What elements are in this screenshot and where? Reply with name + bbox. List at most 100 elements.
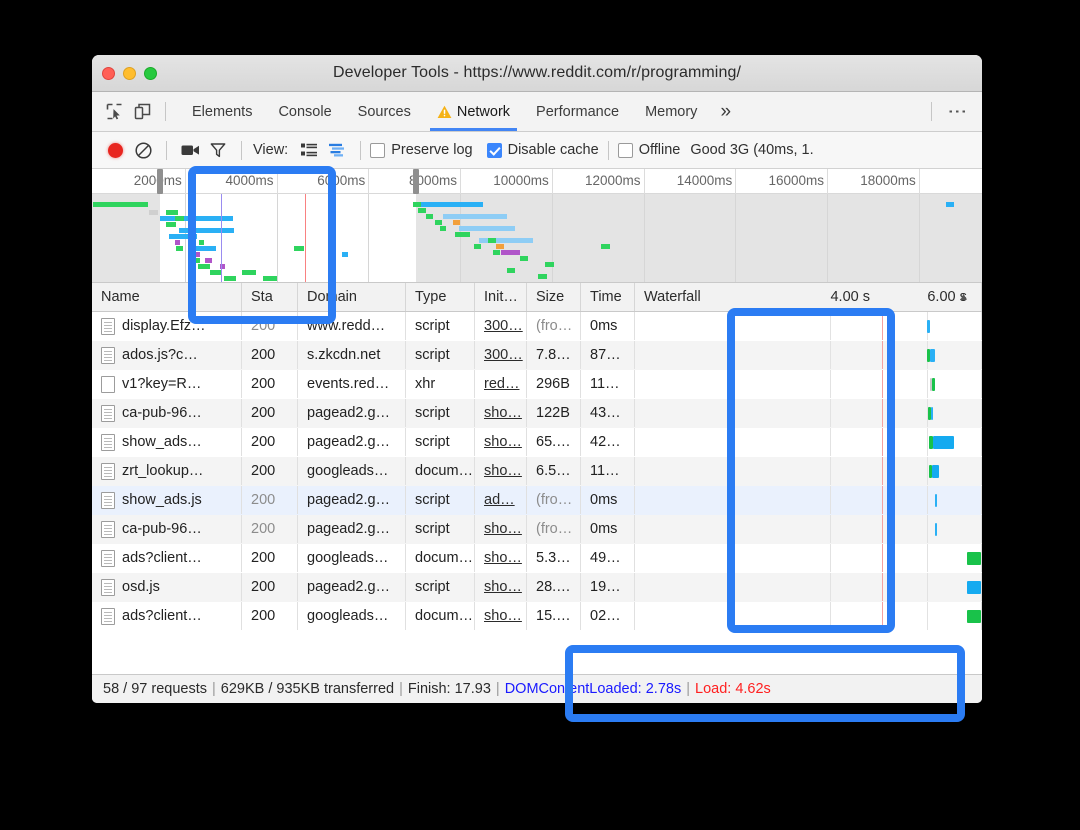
waterfall-dcl-line <box>731 457 733 485</box>
kebab-menu-icon[interactable]: ⋮ <box>941 102 972 121</box>
tab-elements[interactable]: Elements <box>179 92 265 131</box>
column-header-time[interactable]: Time <box>581 283 635 311</box>
window-titlebar: Developer Tools - https://www.reddit.com… <box>92 55 982 92</box>
overview-request-bar <box>193 252 200 257</box>
clear-button[interactable] <box>129 136 157 164</box>
cell-initiator[interactable]: sho… <box>475 515 527 543</box>
column-header-label: Waterfall <box>644 289 701 305</box>
overview-tick-4000ms: 4000ms <box>225 169 278 194</box>
disable-cache-checkbox-box[interactable] <box>486 142 502 158</box>
overview-selection-handle-right[interactable] <box>413 169 420 194</box>
record-button[interactable] <box>101 136 129 164</box>
tabbar-right-group: ⋮ <box>922 92 982 131</box>
minimize-window-button[interactable] <box>123 67 136 80</box>
sort-arrow-icon[interactable]: ▲ <box>958 291 969 303</box>
cell-initiator[interactable]: sho… <box>475 602 527 630</box>
cell-domain: googleads… <box>298 602 406 630</box>
column-header-init[interactable]: Init… <box>475 283 527 311</box>
cell-domain: s.zkcdn.net <box>298 341 406 369</box>
devtools-window: Developer Tools - https://www.reddit.com… <box>92 55 982 703</box>
cell-initiator[interactable]: sho… <box>475 544 527 572</box>
devtools-tabs: Elements Console Sources Network Perform… <box>179 92 741 131</box>
tab-performance[interactable]: Performance <box>523 92 632 131</box>
overview-tick-14000ms: 14000ms <box>677 169 737 194</box>
table-row[interactable]: osd.js 200 pagead2.g… script sho… 28.… 19… <box>92 573 982 602</box>
tab-sources[interactable]: Sources <box>345 92 424 131</box>
maximize-window-button[interactable] <box>144 67 157 80</box>
waterfall-load-line <box>882 602 884 630</box>
requests-table-body[interactable]: display.Efz… 200 www.redd… script 300… (fro… 0… <box>92 312 982 631</box>
overview-request-bar <box>488 238 496 243</box>
overview-tick-label: 6000ms <box>317 173 366 188</box>
window-traffic-lights <box>102 67 157 80</box>
tab-elements-label: Elements <box>192 103 253 120</box>
column-header-domain[interactable]: Domain <box>298 283 406 311</box>
overview-tick-label: 12000ms <box>584 173 641 188</box>
column-header-name[interactable]: Name <box>92 283 242 311</box>
table-row[interactable]: ads?client… 200 googleads… docum… sho… 5.3… 49… <box>92 544 982 573</box>
waterfall-load-line <box>882 457 884 485</box>
tabbar-divider <box>165 102 166 121</box>
filter-funnel-icon[interactable] <box>204 136 232 164</box>
cell-type: script <box>406 573 475 601</box>
cell-status: 200 <box>242 428 298 456</box>
cell-initiator[interactable]: ad… <box>475 486 527 514</box>
overview-request-bar <box>545 262 554 267</box>
clear-icon <box>134 141 152 159</box>
overview-waterfall[interactable] <box>92 169 982 282</box>
chevron-double-right-icon: » <box>720 100 732 122</box>
cell-initiator[interactable]: 300… <box>475 312 527 340</box>
column-header-type[interactable]: Type <box>406 283 475 311</box>
cell-type: script <box>406 515 475 543</box>
waterfall-gridline <box>830 341 832 369</box>
table-row[interactable]: v1?key=R… 200 events.red… xhr red… 296B 11… <box>92 370 982 399</box>
overview-tick-18000ms: 18000ms <box>860 169 920 194</box>
inspect-element-icon[interactable] <box>100 98 128 126</box>
preserve-log-checkbox-box[interactable] <box>370 142 386 158</box>
table-row[interactable]: show_ads.js 200 pagead2.g… script ad… (fro… 0m… <box>92 486 982 515</box>
column-header-sta[interactable]: Sta <box>242 283 298 311</box>
cell-waterfall <box>635 486 982 514</box>
tab-console[interactable]: Console <box>265 92 344 131</box>
column-header-label: Name <box>101 289 140 305</box>
table-row[interactable]: ca-pub-96… 200 pagead2.g… script sho… 122B 43… <box>92 399 982 428</box>
table-row[interactable]: display.Efz… 200 www.redd… script 300… (fro… 0… <box>92 312 982 341</box>
column-header-size[interactable]: Size <box>527 283 581 311</box>
table-row[interactable]: zrt_lookup… 200 googleads… docum… sho… 6.5… 11… <box>92 457 982 486</box>
close-window-button[interactable] <box>102 67 115 80</box>
tab-memory[interactable]: Memory <box>632 92 710 131</box>
waterfall-gridline <box>830 486 832 514</box>
waterfall-bar-download <box>967 581 981 594</box>
cell-initiator[interactable]: sho… <box>475 428 527 456</box>
tab-overflow-button[interactable]: » <box>710 92 741 131</box>
cell-time: 42… <box>581 428 635 456</box>
throttling-select[interactable]: Good 3G (40ms, 1. <box>690 142 813 158</box>
network-overview[interactable]: 2000ms 4000ms 6000ms 8000ms 10000ms 12000ms 14… <box>92 169 982 283</box>
cell-initiator[interactable]: sho… <box>475 573 527 601</box>
cell-initiator[interactable]: sho… <box>475 399 527 427</box>
offline-checkbox[interactable]: Offline <box>617 142 680 158</box>
tab-network[interactable]: Network <box>424 92 523 131</box>
disable-cache-checkbox[interactable]: Disable cache <box>486 142 599 158</box>
cell-time: 02… <box>581 602 635 630</box>
table-row[interactable]: ca-pub-96… 200 pagead2.g… script sho… (fro… 0m… <box>92 515 982 544</box>
preserve-log-checkbox[interactable]: Preserve log <box>370 142 473 158</box>
table-row[interactable]: show_ads… 200 pagead2.g… script sho… 65.… 42… <box>92 428 982 457</box>
device-toolbar-icon[interactable] <box>128 98 156 126</box>
cell-size: 28.… <box>527 573 581 601</box>
cell-initiator[interactable]: sho… <box>475 457 527 485</box>
overview-selection-handle-left[interactable] <box>156 169 163 194</box>
tab-performance-label: Performance <box>536 103 620 120</box>
cell-name-label: ca-pub-96… <box>122 405 202 421</box>
cell-initiator[interactable]: 300… <box>475 341 527 369</box>
camera-icon[interactable] <box>176 136 204 164</box>
list-view-icon[interactable] <box>295 136 323 164</box>
table-row[interactable]: ads?client… 200 googleads… docum… sho… 15.… 02… <box>92 602 982 631</box>
offline-checkbox-box[interactable] <box>617 142 633 158</box>
column-header-waterfall[interactable]: Waterfall 4.00 s 6.00 s ▲ <box>635 283 982 311</box>
table-row[interactable]: ados.js?c… 200 s.zkcdn.net script 300… 7.8… 87… <box>92 341 982 370</box>
cell-status: 200 <box>242 573 298 601</box>
cell-time: 49… <box>581 544 635 572</box>
waterfall-view-icon[interactable] <box>323 136 351 164</box>
cell-initiator[interactable]: red… <box>475 370 527 398</box>
